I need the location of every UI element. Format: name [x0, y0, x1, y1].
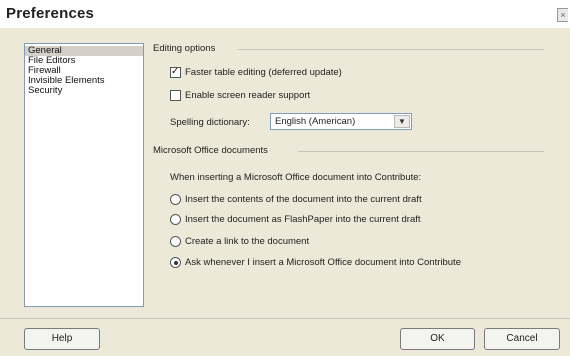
radio-selected-dot — [173, 260, 178, 265]
office-option-ask-whenever[interactable]: Ask whenever I insert a Microsoft Office… — [170, 257, 461, 268]
window-title: Preferences — [6, 5, 95, 22]
category-list[interactable]: General File Editors Firewall Invisible … — [24, 43, 144, 307]
spelling-dictionary-value: English (American) — [275, 116, 356, 127]
cancel-button[interactable]: Cancel — [484, 328, 560, 350]
screen-reader-label: Enable screen reader support — [185, 90, 311, 101]
office-documents-prompt-text: When inserting a Microsoft Office docume… — [170, 172, 422, 183]
office-option-insert-contents[interactable]: Insert the contents of the document into… — [170, 194, 422, 205]
office-option-flashpaper[interactable]: Insert the document as FlashPaper into t… — [170, 214, 421, 225]
help-button[interactable]: Help — [24, 328, 100, 350]
screen-reader-checkbox[interactable] — [170, 90, 181, 101]
ok-button[interactable]: OK — [400, 328, 475, 350]
footer-divider — [0, 318, 570, 319]
editing-options-divider — [238, 49, 544, 50]
office-documents-prompt: When inserting a Microsoft Office docume… — [170, 172, 421, 183]
screen-reader-row[interactable]: Enable screen reader support — [170, 90, 310, 101]
ask-whenever-radio[interactable] — [170, 257, 181, 268]
category-item-security[interactable]: Security — [25, 86, 143, 96]
close-icon[interactable]: × — [557, 8, 568, 22]
flashpaper-radio[interactable] — [170, 214, 181, 225]
faster-table-editing-label: Faster table editing (deferred update) — [185, 67, 342, 78]
spelling-dictionary-row: Spelling dictionary: — [170, 117, 250, 128]
chevron-down-icon[interactable]: ▼ — [394, 115, 410, 128]
title-bar: Preferences × — [0, 0, 570, 29]
flashpaper-label: Insert the document as FlashPaper into t… — [185, 214, 421, 225]
ask-whenever-label: Ask whenever I insert a Microsoft Office… — [185, 257, 461, 268]
insert-contents-radio[interactable] — [170, 194, 181, 205]
office-option-create-link[interactable]: Create a link to the document — [170, 236, 309, 247]
create-link-label: Create a link to the document — [185, 236, 310, 247]
spelling-dictionary-label: Spelling dictionary: — [170, 117, 250, 128]
faster-table-editing-checkbox[interactable]: ✓ — [170, 66, 181, 78]
office-documents-heading: Microsoft Office documents — [153, 145, 268, 156]
create-link-radio[interactable] — [170, 236, 181, 247]
editing-options-heading: Editing options — [153, 43, 216, 54]
insert-contents-label: Insert the contents of the document into… — [185, 194, 422, 205]
preferences-dialog: General File Editors Firewall Invisible … — [0, 28, 570, 356]
faster-table-editing-row[interactable]: ✓ Faster table editing (deferred update) — [170, 66, 342, 78]
checkmark-icon: ✓ — [171, 66, 180, 77]
spelling-dictionary-select[interactable]: English (American) ▼ — [270, 113, 412, 130]
office-documents-divider — [298, 151, 544, 152]
